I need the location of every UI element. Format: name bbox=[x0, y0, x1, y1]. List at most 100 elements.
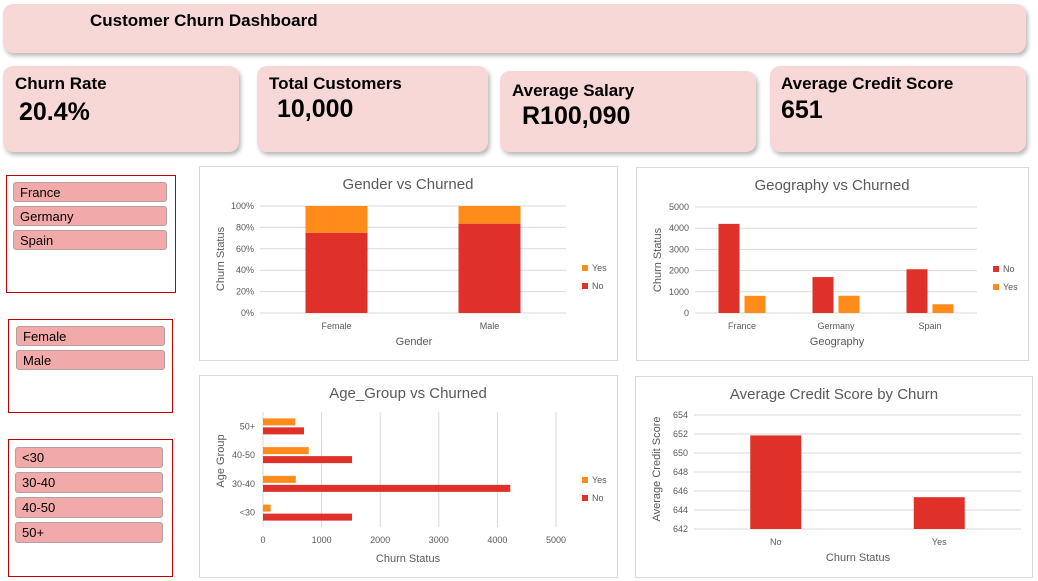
y-tick-label: 80% bbox=[236, 222, 254, 232]
y-tick-label: 3000 bbox=[669, 244, 689, 254]
slicer-item-female[interactable]: Female bbox=[16, 326, 165, 346]
y-tick-label: 0 bbox=[684, 308, 689, 318]
x-axis-label: Churn Status bbox=[376, 553, 441, 565]
kpi-total-customers: Total Customers 10,000 bbox=[257, 66, 488, 152]
y-tick-label: 1000 bbox=[669, 287, 689, 297]
dashboard-title: Customer Churn Dashboard bbox=[90, 11, 318, 30]
x-tick-label: 0 bbox=[260, 535, 265, 545]
legend-label-no: No bbox=[592, 281, 604, 291]
y-tick-label: 652 bbox=[673, 429, 688, 439]
kpi-churn-rate: Churn Rate 20.4% bbox=[3, 66, 239, 152]
y-tick-label: 100% bbox=[231, 201, 254, 211]
bar-yes-<30 bbox=[263, 504, 271, 512]
x-axis-label: Gender bbox=[396, 336, 433, 348]
dashboard-header: Customer Churn Dashboard bbox=[3, 4, 1026, 53]
bar-yes bbox=[913, 497, 965, 529]
bar-no-male bbox=[458, 223, 521, 313]
y-tick-label: 644 bbox=[673, 505, 688, 515]
slicer-item-male[interactable]: Male bbox=[16, 350, 165, 370]
legend-swatch-yes bbox=[993, 284, 999, 290]
x-tick-label: Yes bbox=[932, 537, 947, 547]
y-tick-label: 648 bbox=[673, 467, 688, 477]
kpi-value: 10,000 bbox=[277, 95, 354, 123]
bar-no-female bbox=[305, 232, 368, 313]
y-tick-label: 0% bbox=[241, 308, 254, 318]
age-group-chart-svg: Age_Group vs Churned Churn Status Age Gr… bbox=[215, 385, 607, 565]
legend-label-yes: Yes bbox=[1003, 282, 1018, 292]
bar-no bbox=[750, 435, 802, 529]
slicer-item-germany[interactable]: Germany bbox=[13, 206, 167, 226]
bar-yes-spain bbox=[932, 304, 954, 313]
bar-no-40-50 bbox=[263, 456, 353, 464]
y-tick-label: 650 bbox=[673, 448, 688, 458]
legend-label-no: No bbox=[1003, 264, 1015, 274]
slicer-item-under-30[interactable]: <30 bbox=[15, 447, 163, 468]
kpi-label: Total Customers bbox=[269, 74, 402, 93]
y-tick-label: 50+ bbox=[240, 421, 255, 431]
bar-no-germany bbox=[812, 277, 834, 313]
x-tick-label: Germany bbox=[817, 321, 855, 331]
credit-score-by-churn-chart: Average Credit Score by Churn Churn Stat… bbox=[635, 376, 1033, 578]
x-tick-label: 1000 bbox=[312, 535, 332, 545]
chart-title: Gender vs Churned bbox=[343, 176, 474, 193]
bar-yes-male bbox=[458, 206, 521, 224]
y-axis-label: Average Credit Score bbox=[651, 417, 663, 522]
y-tick-label: 4000 bbox=[669, 223, 689, 233]
slicer-item-50-plus[interactable]: 50+ bbox=[15, 522, 163, 543]
kpi-average-salary: Average Salary R100,090 bbox=[500, 71, 756, 152]
slicer-item-30-40[interactable]: 30-40 bbox=[15, 472, 163, 493]
legend-label-yes: Yes bbox=[592, 475, 607, 485]
x-tick-label: 2000 bbox=[370, 535, 390, 545]
credit-score-chart-svg: Average Credit Score by Churn Churn Stat… bbox=[651, 386, 1021, 564]
x-tick-label: Male bbox=[480, 321, 500, 331]
bar-no-france bbox=[718, 223, 740, 313]
gender-vs-churned-chart: Gender vs Churned Gender Churn Status 0%… bbox=[199, 166, 618, 361]
slicer-item-40-50[interactable]: 40-50 bbox=[15, 497, 163, 518]
bar-yes-50+ bbox=[263, 418, 296, 426]
bar-yes-female bbox=[305, 206, 368, 233]
legend-label-yes: Yes bbox=[592, 263, 607, 273]
slicer-item-france[interactable]: France bbox=[13, 182, 167, 202]
geography-vs-churned-chart: Geography vs Churned Geography Churn Sta… bbox=[636, 167, 1029, 361]
legend-swatch-yes bbox=[582, 477, 588, 483]
bar-no-<30 bbox=[263, 513, 353, 521]
x-tick-label: 3000 bbox=[429, 535, 449, 545]
slicer-item-spain[interactable]: Spain bbox=[13, 230, 167, 250]
chart-title: Geography vs Churned bbox=[754, 177, 909, 194]
chart-title: Average Credit Score by Churn bbox=[730, 386, 938, 403]
x-axis-label: Geography bbox=[810, 336, 865, 348]
age-group-slicer: <30 30-40 40-50 50+ bbox=[8, 439, 173, 577]
y-tick-label: 654 bbox=[673, 410, 688, 420]
y-tick-label: 40-50 bbox=[232, 450, 255, 460]
geography-chart-svg: Geography vs Churned Geography Churn Sta… bbox=[652, 177, 1018, 348]
y-axis-label: Age Group bbox=[215, 434, 227, 487]
bar-yes-30-40 bbox=[263, 475, 296, 483]
geography-slicer: France Germany Spain bbox=[6, 175, 176, 293]
bar-no-50+ bbox=[263, 427, 305, 435]
bar-no-30-40 bbox=[263, 484, 511, 492]
legend-swatch-no bbox=[993, 266, 999, 272]
y-tick-label: 40% bbox=[236, 265, 254, 275]
y-tick-label: 646 bbox=[673, 486, 688, 496]
age-group-vs-churned-chart: Age_Group vs Churned Churn Status Age Gr… bbox=[199, 375, 618, 578]
x-axis-label: Churn Status bbox=[826, 552, 891, 564]
gender-slicer: Female Male bbox=[8, 319, 173, 413]
x-tick-label: Female bbox=[321, 321, 351, 331]
bar-no-spain bbox=[906, 269, 928, 313]
y-tick-label: 2000 bbox=[669, 266, 689, 276]
y-tick-label: 20% bbox=[236, 287, 254, 297]
kpi-label: Average Salary bbox=[512, 81, 635, 100]
y-axis-label: Churn Status bbox=[215, 226, 227, 291]
y-tick-label: 60% bbox=[236, 244, 254, 254]
x-tick-label: 4000 bbox=[487, 535, 507, 545]
y-tick-label: 642 bbox=[673, 524, 688, 534]
x-tick-label: Spain bbox=[918, 321, 941, 331]
bar-yes-40-50 bbox=[263, 447, 309, 455]
legend-swatch-no bbox=[582, 283, 588, 289]
x-tick-label: France bbox=[728, 321, 756, 331]
kpi-value: R100,090 bbox=[522, 102, 631, 130]
kpi-value: 651 bbox=[781, 96, 823, 124]
legend-swatch-no bbox=[582, 495, 588, 501]
gender-chart-svg: Gender vs Churned Gender Churn Status 0%… bbox=[215, 176, 607, 348]
x-tick-label: 5000 bbox=[546, 535, 566, 545]
